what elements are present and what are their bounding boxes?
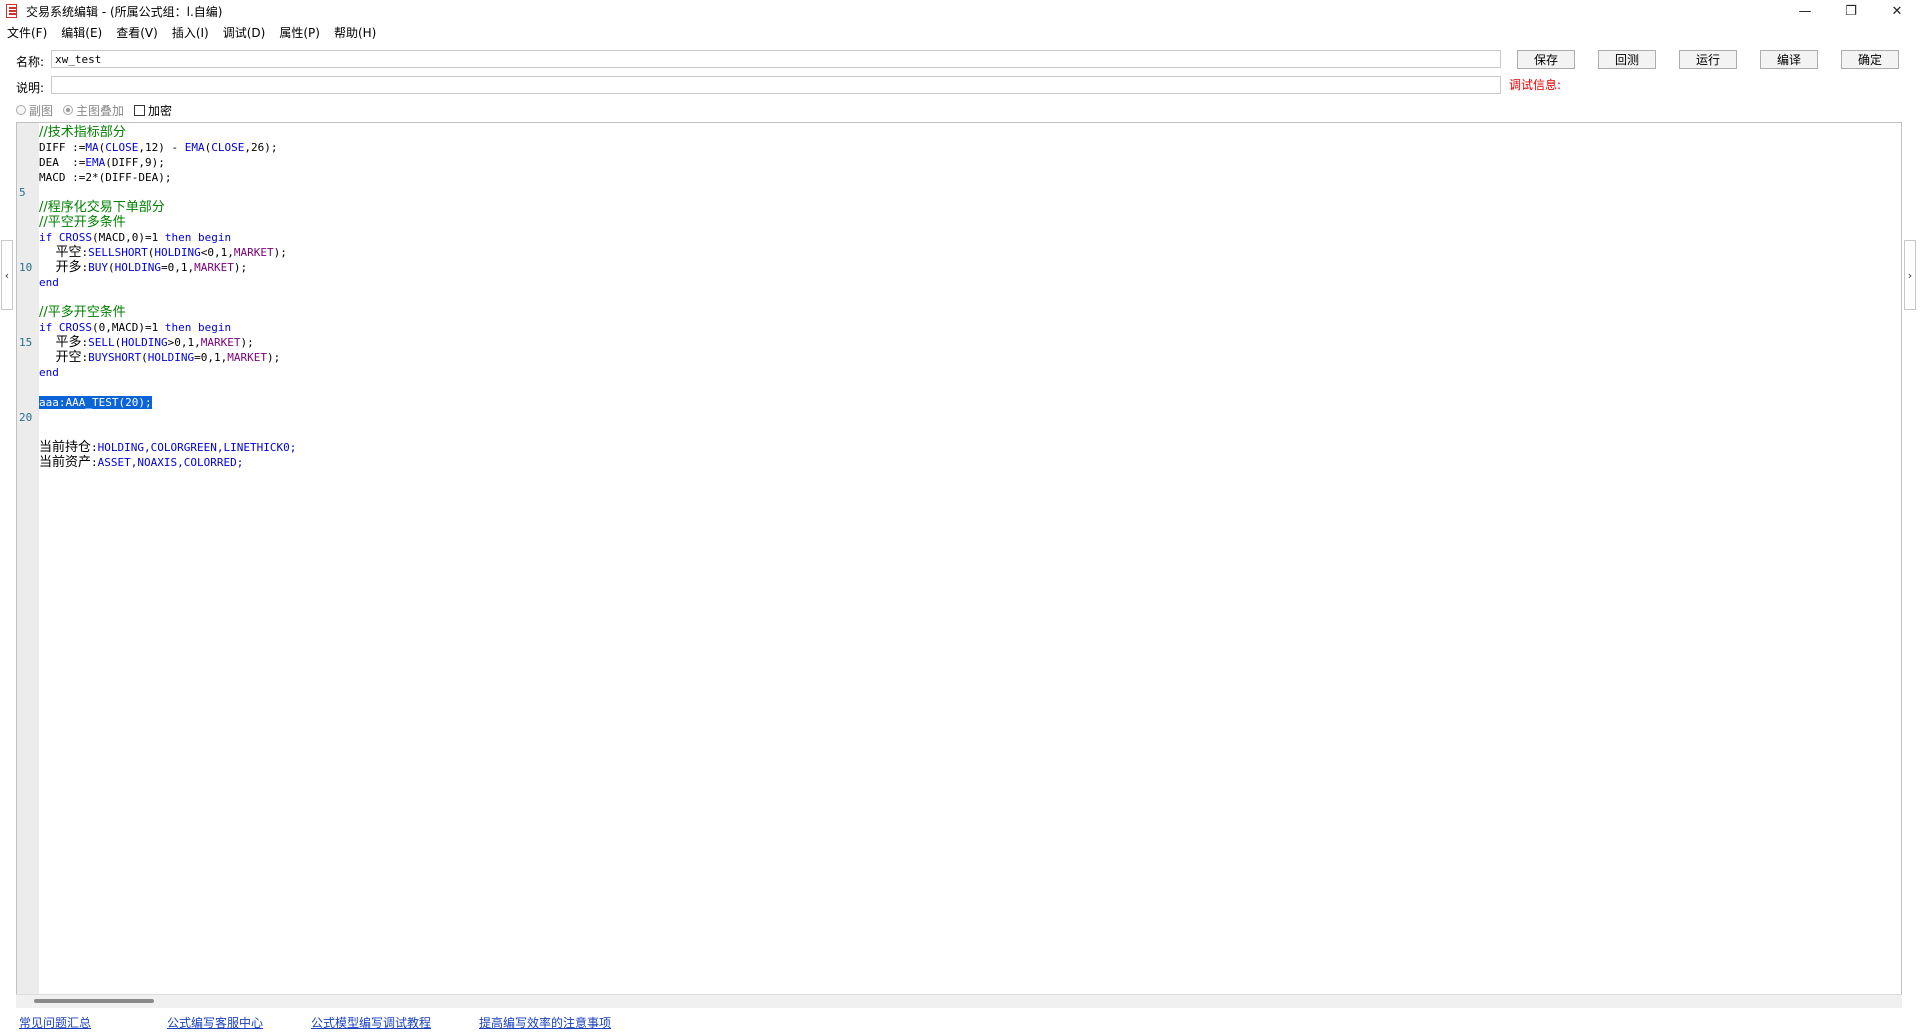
overlay-option[interactable]: 主图叠加 (63, 102, 124, 119)
save-button[interactable]: 保存 (1517, 50, 1575, 69)
menu-properties[interactable]: 属性(P) (272, 24, 327, 41)
code-line: 平空:SELLSHORT(HOLDING<0,1,MARKET); (39, 245, 287, 260)
name-input[interactable] (51, 50, 1501, 68)
backtest-button[interactable]: 回测 (1598, 50, 1656, 69)
ok-button[interactable]: 确定 (1841, 50, 1899, 69)
description-label: 说明: (16, 81, 45, 95)
code-line: 20 (19, 410, 1901, 425)
run-button[interactable]: 运行 (1679, 50, 1737, 69)
code-line: if CROSS(MACD,0)=1 then begin (39, 231, 232, 244)
code-line: //平多开空条件 (39, 305, 126, 320)
left-collapse-arrow-icon[interactable]: ‹ (1, 240, 13, 310)
menu-help[interactable]: 帮助(H) (327, 24, 383, 41)
subchart-option[interactable]: 副图 (16, 102, 53, 119)
subchart-radio[interactable] (16, 105, 26, 115)
window-title: 交易系统编辑 - (所属公式组：l.自编) (26, 4, 223, 19)
code-line: DEA :=EMA(DIFF,9); (39, 156, 165, 169)
code-line: 5 (19, 185, 1901, 200)
menu-debug[interactable]: 调试(D) (216, 24, 273, 41)
description-row: 说明: (0, 75, 1920, 97)
line-number: 20 (19, 411, 33, 424)
code-line: DIFF :=MA(CLOSE,12) - EMA(CLOSE,26); (39, 141, 278, 154)
efficiency-tips-link[interactable]: 提高编写效率的注意事项 (479, 1014, 611, 1031)
code-line: 当前资产:ASSET,NOAXIS,COLORRED; (39, 455, 244, 470)
code-area[interactable]: //技术指标部分 DIFF :=MA(CLOSE,12) - EMA(CLOSE… (19, 125, 1901, 993)
description-input[interactable] (51, 76, 1501, 94)
footer-links: 常见问题汇总 公式编写客服中心 公式模型编写调试教程 提高编写效率的注意事项 (0, 1013, 1920, 1032)
close-button[interactable]: ✕ (1874, 0, 1920, 22)
code-line: 15 平多:SELL(HOLDING>0,1,MARKET); (19, 335, 254, 350)
menu-view[interactable]: 查看(V) (109, 24, 165, 41)
code-line: end (39, 366, 59, 379)
tutorial-link[interactable]: 公式模型编写调试教程 (311, 1014, 431, 1031)
menu-edit[interactable]: 编辑(E) (54, 24, 109, 41)
title-bar: 交易系统编辑 - (所属公式组：l.自编) — ❐ ✕ (0, 0, 1920, 22)
line-number-gutter (17, 123, 39, 1007)
menu-bar: 文件(F) 编辑(E) 查看(V) 插入(I) 调试(D) 属性(P) 帮助(H… (0, 22, 1920, 42)
encrypt-label: 加密 (148, 103, 173, 118)
options-row: 副图 主图叠加 加密 (16, 102, 182, 118)
code-line: //技术指标部分 (39, 125, 126, 140)
line-number: 5 (19, 186, 26, 199)
encrypt-checkbox[interactable] (134, 104, 146, 116)
window-controls: — ❐ ✕ (1782, 0, 1920, 22)
code-line: //程序化交易下单部分 (39, 200, 165, 215)
code-line: 开空:BUYSHORT(HOLDING=0,1,MARKET); (39, 350, 281, 365)
overlay-label: 主图叠加 (76, 103, 125, 118)
code-editor[interactable]: //技术指标部分 DIFF :=MA(CLOSE,12) - EMA(CLOSE… (16, 122, 1902, 1008)
code-line: 10 开多:BUY(HOLDING=0,1,MARKET); (19, 260, 248, 275)
overlay-radio[interactable] (63, 105, 74, 115)
minimize-button[interactable]: — (1782, 0, 1828, 22)
line-number: 10 (19, 261, 33, 274)
menu-insert[interactable]: 插入(I) (165, 24, 216, 41)
code-line: aaa:AAA_TEST(20); (39, 395, 1901, 410)
code-line: 当前持仓:HOLDING,COLORGREEN,LINETHICK0; (39, 440, 297, 455)
debug-info-label: 调试信息: (1509, 78, 1562, 92)
app-document-icon (4, 3, 20, 19)
horizontal-scrollbar[interactable] (16, 994, 1902, 1008)
menu-file[interactable]: 文件(F) (0, 24, 54, 41)
support-center-link[interactable]: 公式编写客服中心 (167, 1014, 263, 1031)
selected-text: aaa:AAA_TEST(20); (39, 396, 152, 409)
code-line: end (39, 276, 59, 289)
subchart-label: 副图 (29, 103, 54, 118)
scrollbar-thumb[interactable] (34, 999, 154, 1003)
encrypt-option[interactable]: 加密 (134, 102, 172, 119)
maximize-button[interactable]: ❐ (1828, 0, 1874, 22)
code-line: if CROSS(0,MACD)=1 then begin (39, 321, 232, 334)
compile-button[interactable]: 编译 (1760, 50, 1818, 69)
name-label: 名称: (16, 55, 45, 69)
right-collapse-arrow-icon[interactable]: › (1904, 240, 1916, 310)
line-number: 15 (19, 336, 33, 349)
code-line: //平空开多条件 (39, 215, 126, 230)
code-line: MACD :=2*(DIFF-DEA); (39, 171, 172, 184)
faq-link[interactable]: 常见问题汇总 (19, 1014, 91, 1031)
